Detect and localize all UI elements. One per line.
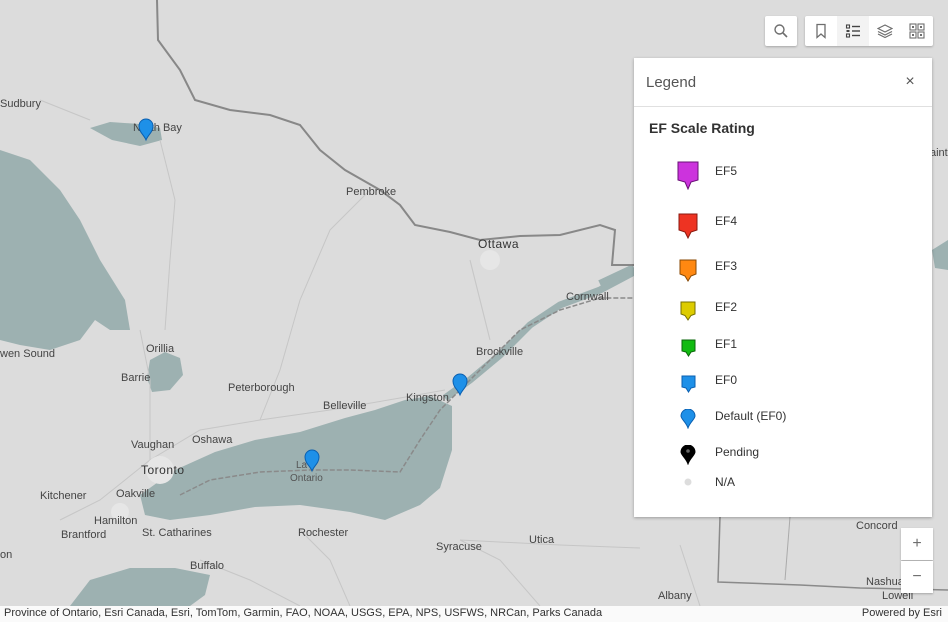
layers-icon (877, 24, 893, 39)
label-concord: Concord (856, 520, 898, 532)
legend-item-label: EF2 (715, 300, 738, 314)
label-belleville: Belleville (323, 400, 366, 412)
label-kitchener: Kitchener (40, 490, 87, 502)
legend-list-icon (845, 24, 860, 38)
legend-item-label: EF5 (715, 164, 738, 178)
marker-ef0-icon (674, 374, 702, 393)
layer-list-button[interactable] (869, 16, 901, 46)
dot-na-icon (674, 477, 702, 487)
attribution-bar: Province of Ontario, Esri Canada, Esri, … (0, 606, 948, 622)
label-oakville: Oakville (116, 488, 155, 500)
legend-title: Legend (646, 74, 697, 91)
bookmark-icon (816, 23, 826, 39)
close-icon[interactable]: × (902, 74, 918, 90)
label-toronto: Toronto (141, 463, 185, 477)
label-utica: Utica (529, 534, 555, 546)
label-owen-sound: wen Sound (0, 348, 55, 360)
attribution-text[interactable]: Province of Ontario, Esri Canada, Esri, … (4, 607, 602, 619)
label-cornwall: Cornwall (566, 291, 609, 303)
powered-by-link[interactable]: Powered by Esri (862, 607, 942, 619)
zoom-out-button[interactable]: − (901, 561, 933, 593)
marker-ef2-icon (674, 300, 702, 321)
label-barrie: Barrie (121, 372, 150, 384)
basemap-gallery-button[interactable] (901, 16, 933, 46)
pin-default-icon (674, 409, 702, 429)
label-kingston: Kingston (406, 392, 449, 404)
legend-header: Legend × (634, 58, 932, 107)
basemap-gallery-icon (909, 23, 925, 39)
label-brockville: Brockville (476, 346, 523, 358)
label-sudbury: Sudbury (0, 98, 41, 110)
label-buffalo: Buffalo (190, 560, 224, 572)
legend-item-label: EF1 (715, 337, 738, 351)
legend-item-label: Default (EF0) (715, 409, 787, 423)
legend-layer-title: EF Scale Rating (649, 120, 755, 136)
pin-pending-icon (674, 445, 702, 465)
legend-button[interactable] (837, 16, 869, 46)
label-pembroke: Pembroke (346, 186, 396, 198)
legend-item-label: Pending (715, 445, 760, 459)
label-rochester: Rochester (298, 527, 348, 539)
label-syracuse: Syracuse (436, 541, 482, 553)
label-edge-right: aint- (930, 147, 948, 159)
marker-ef1-icon (674, 338, 702, 357)
marker-ef5-icon (674, 160, 702, 190)
label-lake-ontario-b: Ontario (290, 473, 323, 484)
legend-item-label: EF0 (715, 373, 738, 387)
bookmarks-button[interactable] (805, 16, 837, 46)
zoom-in-button[interactable]: + (901, 528, 933, 560)
legend-panel: Legend × EF Scale Rating EF5 EF4 EF3 EF2… (634, 58, 932, 517)
marker-ef3-icon (674, 258, 702, 282)
label-albany: Albany (658, 590, 692, 602)
legend-item-label: EF3 (715, 259, 738, 273)
search-button[interactable] (765, 16, 797, 46)
legend-item-label: EF4 (715, 214, 738, 228)
label-vaughan: Vaughan (131, 439, 174, 451)
label-nashua: Nashua (866, 576, 905, 588)
label-orillia: Orillia (146, 343, 175, 355)
label-ottawa: Ottawa (478, 237, 519, 251)
label-hamilton: Hamilton (94, 515, 137, 527)
label-peterborough: Peterborough (228, 382, 295, 394)
legend-item-label: N/A (715, 475, 736, 489)
label-oshawa: Oshawa (192, 434, 233, 446)
label-edge-left: on (0, 549, 12, 561)
search-toolbar (765, 16, 797, 46)
label-st-catharines: St. Catharines (142, 527, 212, 539)
search-icon (774, 24, 788, 38)
widget-toolbar (805, 16, 933, 46)
marker-ef4-icon (674, 212, 702, 239)
label-brantford: Brantford (61, 529, 106, 541)
